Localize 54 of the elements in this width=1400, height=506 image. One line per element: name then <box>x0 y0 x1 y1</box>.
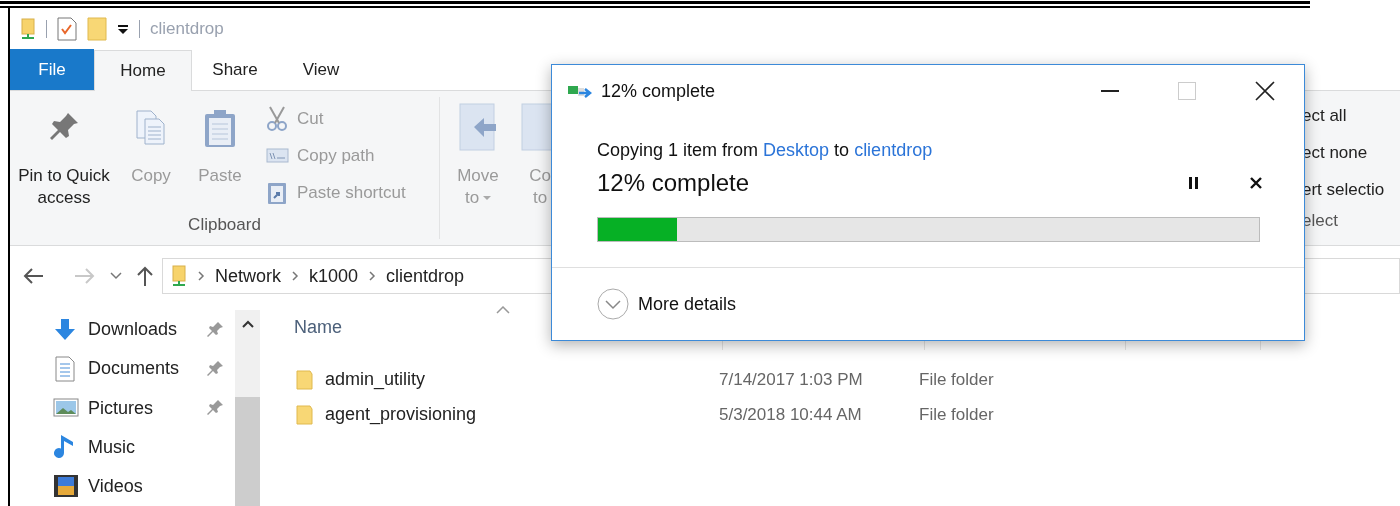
destination-link[interactable]: clientdrop <box>854 140 933 160</box>
breadcrumb[interactable]: Network <box>215 262 281 290</box>
file-row[interactable]: admin_utility 7/14/2017 1:03 PM File folder <box>296 362 994 397</box>
nav-item[interactable]: Videos <box>53 466 235 506</box>
pin-to-quick-access-button[interactable]: Pin to Quick access <box>10 105 118 212</box>
expand-chevron-icon <box>597 288 629 320</box>
file-name: admin_utility <box>325 368 427 392</box>
file-type: File folder <box>919 403 994 426</box>
progress-heading: 12% complete <box>597 168 751 198</box>
scissors-icon <box>266 106 289 132</box>
breadcrumb[interactable]: clientdrop <box>386 262 465 290</box>
up-icon[interactable] <box>136 265 154 287</box>
file-row[interactable]: agent_provisioning 5/3/2018 10:44 AM File folder <box>296 397 994 432</box>
close-icon <box>1255 81 1275 101</box>
back-icon[interactable] <box>22 267 44 285</box>
film-icon <box>53 473 79 500</box>
nav-item[interactable]: Music <box>53 427 235 467</box>
minimize-icon <box>1101 89 1119 93</box>
scroll-up-icon[interactable] <box>241 320 254 328</box>
window-title: clientdrop <box>150 18 224 41</box>
properties-icon[interactable] <box>57 17 77 41</box>
ribbon-tab[interactable]: Home <box>94 50 192 91</box>
cancel-icon <box>1250 177 1262 189</box>
file-type: File folder <box>919 368 994 391</box>
nav-item[interactable]: Documents <box>53 349 235 389</box>
more-details-button[interactable]: More details <box>597 288 737 320</box>
maximize-icon <box>1178 82 1196 100</box>
paste-shortcut-icon <box>266 180 289 206</box>
chevron-right-icon <box>291 271 299 281</box>
scrollbar[interactable] <box>235 310 260 506</box>
folder-icon <box>296 368 314 391</box>
copy-message: Copying 1 item from Desktop to clientdrop <box>597 139 934 162</box>
date-modified: 5/3/2018 10:44 AM <box>719 403 863 426</box>
copy-transfer-icon <box>567 83 593 99</box>
dialog-title: 12% complete <box>601 79 717 103</box>
scrollbar-thumb[interactable] <box>235 397 260 506</box>
network-folder-icon <box>20 18 36 40</box>
customize-dropdown-icon[interactable] <box>117 23 129 35</box>
breadcrumb[interactable]: k1000 <box>309 262 359 290</box>
network-folder-icon <box>171 265 187 287</box>
sort-caret-icon <box>496 306 510 314</box>
nav-item[interactable]: Pictures <box>53 388 235 428</box>
chevron-right-icon <box>368 271 377 281</box>
file-tab[interactable]: File <box>10 49 94 90</box>
pause-icon <box>1189 177 1199 189</box>
folder-icon <box>296 403 314 426</box>
source-link[interactable]: Desktop <box>763 140 830 160</box>
date-modified: 7/14/2017 1:03 PM <box>719 368 864 391</box>
chevron-right-icon <box>197 271 205 281</box>
column-header[interactable]: Name <box>294 314 342 341</box>
nav-item[interactable]: Downloads <box>53 310 235 350</box>
group-label: Clipboard <box>187 213 262 236</box>
file-name: agent_provisioning <box>325 403 478 427</box>
recent-locations-icon[interactable] <box>110 272 122 280</box>
